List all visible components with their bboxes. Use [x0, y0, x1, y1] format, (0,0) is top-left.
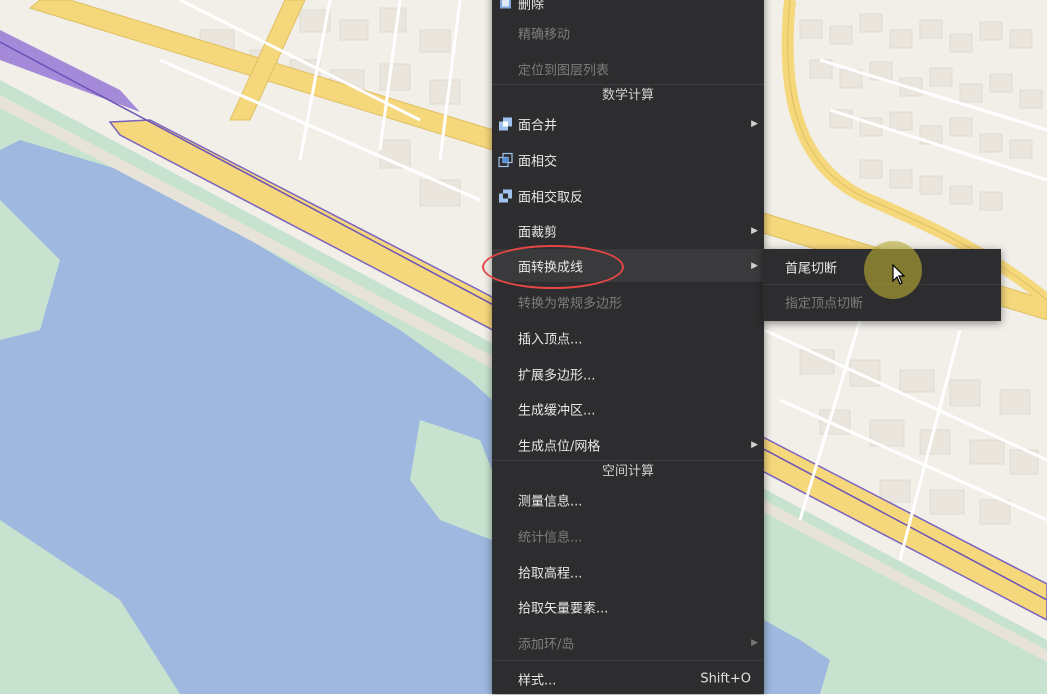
menu-item-label: 插入顶点...: [518, 332, 583, 347]
mouse-pointer-icon: [892, 264, 906, 285]
menu-item-polygon-clip[interactable]: 面裁剪 ▶: [492, 214, 764, 247]
submenu-arrow-icon: ▶: [751, 439, 758, 450]
menu-item-polygon-to-line[interactable]: 面转换成线 ▶: [492, 249, 764, 282]
menu-item-label: 生成缓冲区...: [518, 403, 596, 418]
menu-item-label: 统计信息...: [518, 530, 583, 545]
menu-item-label: 添加环/岛: [518, 637, 575, 652]
menu-item-label: 拾取矢量要素...: [518, 601, 609, 616]
menu-item-precise-move[interactable]: 精确移动: [492, 16, 764, 49]
menu-item-label: 面相交取反: [518, 190, 584, 205]
menu-item-polygon-xor[interactable]: 面相交取反: [492, 179, 764, 212]
menu-item-label: 生成点位/网格: [518, 439, 601, 454]
menu-item-statistics-info[interactable]: 统计信息...: [492, 519, 764, 552]
shortcut-label: Shift+O: [700, 671, 751, 686]
menu-item-expand-polygon[interactable]: 扩展多边形...: [492, 357, 764, 390]
polygon-intersect-icon: [498, 152, 513, 167]
menu-separator: [492, 660, 764, 661]
menu-item-add-ring-island[interactable]: 添加环/岛 ▶: [492, 626, 764, 659]
menu-item-convert-regular-polygon[interactable]: 转换为常规多边形: [492, 285, 764, 318]
menu-item-label: 扩展多边形...: [518, 368, 596, 383]
submenu-arrow-icon: ▶: [751, 118, 758, 129]
menu-item-label: 定位到图层列表: [518, 63, 610, 78]
submenu-arrow-icon: ▶: [751, 260, 758, 271]
menu-item-polygon-intersect[interactable]: 面相交: [492, 143, 764, 176]
menu-item-pick-vector-features[interactable]: 拾取矢量要素...: [492, 590, 764, 623]
menu-item-style[interactable]: 样式... Shift+O: [492, 662, 764, 695]
menu-item-measure-info[interactable]: 测量信息...: [492, 483, 764, 516]
menu-item-label: 删除: [518, 0, 545, 12]
menu-item-label: 拾取高程...: [518, 566, 583, 581]
polygon-xor-icon: [498, 188, 513, 203]
menu-item-pick-elevation[interactable]: 拾取高程...: [492, 555, 764, 588]
polygon-merge-icon: [498, 116, 513, 131]
menu-item-label: 转换为常规多边形: [518, 296, 623, 311]
submenu-arrow-icon: ▶: [751, 637, 758, 648]
menu-item-label: 面合并: [518, 118, 558, 133]
menu-item-locate-in-layer-list[interactable]: 定位到图层列表: [492, 52, 764, 85]
delete-icon: [498, 0, 513, 10]
menu-item-insert-vertex[interactable]: 插入顶点...: [492, 321, 764, 354]
submenu-item-label: 指定顶点切断: [785, 296, 864, 312]
menu-item-label: 面相交: [518, 154, 558, 169]
section-header-math: 数学计算: [492, 84, 764, 107]
submenu-arrow-icon: ▶: [751, 225, 758, 236]
submenu-item-label: 首尾切断: [785, 261, 838, 277]
menu-item-generate-buffer[interactable]: 生成缓冲区...: [492, 392, 764, 425]
menu-item-label: 面裁剪: [518, 225, 558, 240]
menu-item-label: 面转换成线: [518, 260, 584, 275]
menu-item-label: 测量信息...: [518, 494, 583, 509]
menu-item-label: 精确移动: [518, 27, 571, 42]
context-menu: 删除 精确移动 定位到图层列表 数学计算 面合并 ▶ 面相交 面相交取反 面裁剪…: [492, 0, 764, 694]
menu-item-label: 样式...: [518, 673, 557, 688]
menu-item-polygon-merge[interactable]: 面合并 ▶: [492, 107, 764, 140]
section-header-spatial: 空间计算: [492, 460, 764, 483]
menu-item-generate-points-grid[interactable]: 生成点位/网格 ▶: [492, 428, 764, 461]
